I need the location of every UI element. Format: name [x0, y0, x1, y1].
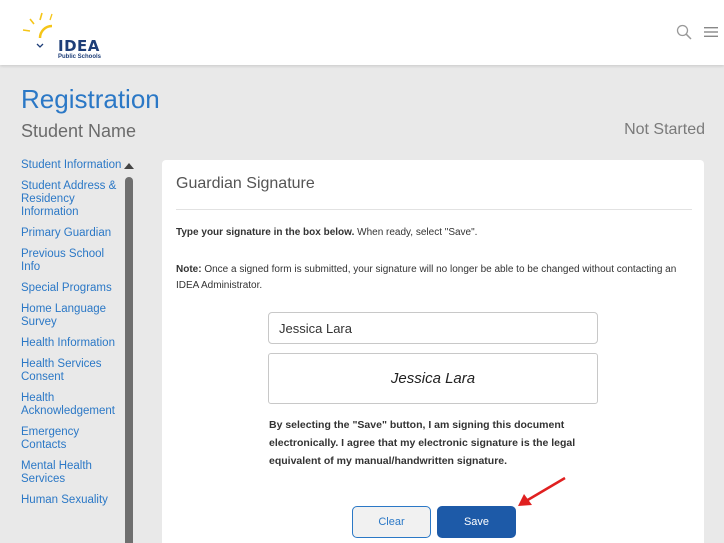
- hamburger-menu-icon[interactable]: [704, 26, 718, 38]
- sidebar-item-health-information[interactable]: Health Information: [21, 337, 123, 350]
- sidebar-item-mental-health[interactable]: Mental Health Services: [21, 460, 123, 486]
- search-icon[interactable]: [676, 24, 692, 40]
- sidebar-item-student-information[interactable]: Student Information: [21, 159, 123, 172]
- top-bar: IDEA Public Schools: [0, 0, 724, 65]
- sidebar-scrollbar[interactable]: [123, 163, 135, 543]
- card-divider: [176, 209, 692, 210]
- sidebar-item-home-language[interactable]: Home Language Survey: [21, 303, 123, 329]
- sidebar-item-primary-guardian[interactable]: Primary Guardian: [21, 227, 123, 240]
- logo-name: IDEA: [58, 37, 100, 55]
- page-title: Registration: [21, 84, 160, 114]
- status-text: Not Started: [624, 121, 705, 138]
- signature-instruction: Type your signature in the box below. Wh…: [176, 227, 477, 238]
- sidebar-item-special-programs[interactable]: Special Programs: [21, 282, 123, 295]
- sidebar-item-health-services[interactable]: Health Services Consent: [21, 358, 123, 384]
- scrollbar-thumb[interactable]: [125, 177, 133, 543]
- clear-button[interactable]: Clear: [352, 506, 431, 538]
- signature-note: Note: Once a signed form is submitted, y…: [176, 262, 686, 294]
- instruction-rest: When ready, select "Save".: [354, 227, 478, 238]
- guardian-signature-card: Guardian Signature Type your signature i…: [162, 160, 704, 543]
- sidebar-item-student-address[interactable]: Student Address & Residency Information: [21, 180, 123, 219]
- sidebar-item-human-sexuality[interactable]: Human Sexuality: [21, 494, 123, 507]
- consent-text: By selecting the "Save" button, I am sig…: [269, 419, 576, 467]
- note-text: Once a signed form is submitted, your si…: [176, 264, 677, 291]
- idea-logo[interactable]: IDEA Public Schools: [18, 10, 118, 60]
- scroll-up-arrow-icon[interactable]: [124, 163, 134, 169]
- signature-preview: Jessica Lara: [268, 353, 598, 404]
- sidebar-item-previous-school[interactable]: Previous School Info: [21, 248, 123, 274]
- sidebar-nav: Student Information Student Address & Re…: [21, 159, 123, 515]
- card-title: Guardian Signature: [176, 175, 315, 192]
- signature-input[interactable]: [268, 312, 598, 344]
- instruction-bold: Type your signature in the box below.: [176, 227, 355, 238]
- sidebar-item-health-acknowledgement[interactable]: Health Acknowledgement: [21, 392, 123, 418]
- sidebar-item-emergency-contacts[interactable]: Emergency Contacts: [21, 426, 123, 452]
- logo-subtitle: Public Schools: [58, 54, 102, 60]
- annotation-arrow-icon: [518, 476, 566, 506]
- note-label: Note:: [176, 264, 202, 275]
- student-name: Student Name: [21, 121, 137, 141]
